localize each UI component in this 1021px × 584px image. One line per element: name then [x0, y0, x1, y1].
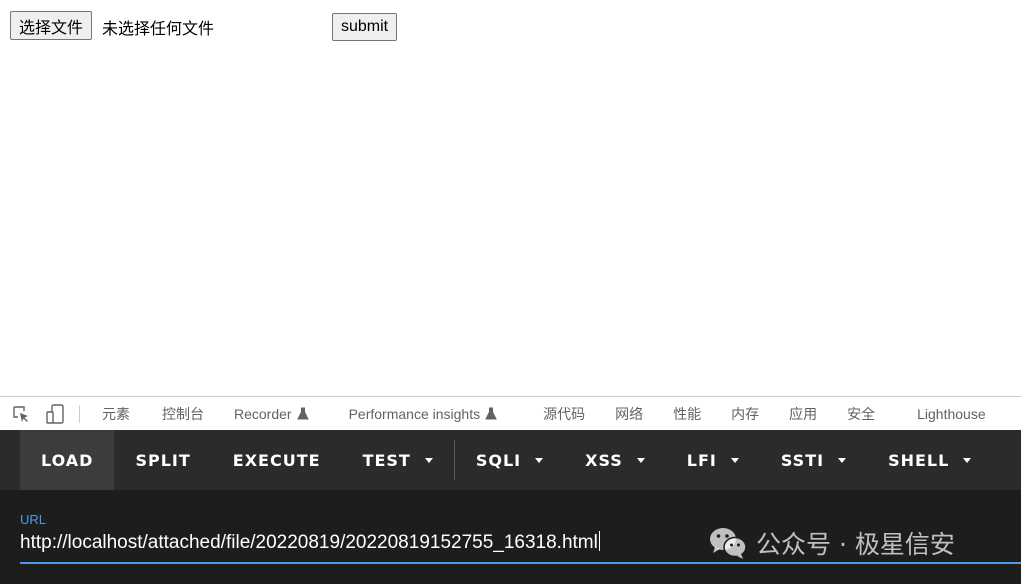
split-button[interactable]: SPLIT — [114, 430, 211, 490]
page-content: 选择文件 未选择任何文件 submit — [0, 0, 1021, 396]
watermark-text: 公众号 · 极星信安 — [756, 530, 955, 559]
button-label: LFI — [686, 450, 717, 470]
toolbar-divider — [79, 404, 80, 423]
flask-icon — [296, 407, 309, 420]
execute-button[interactable]: EXECUTE — [212, 430, 342, 490]
inspect-element-icon[interactable] — [11, 404, 31, 424]
tab-label: 元素 — [102, 405, 130, 422]
url-value-text: http://localhost/attached/file/20220819/… — [20, 532, 598, 553]
device-toolbar-icon[interactable] — [45, 403, 65, 424]
tab-label: 网络 — [615, 405, 644, 422]
tab-label: 安全 — [847, 405, 876, 422]
button-label: SQLI — [475, 450, 522, 470]
tab-performance-insights[interactable]: Performance insights — [349, 406, 498, 422]
tab-security[interactable]: 安全 — [847, 404, 875, 424]
caret-down-icon — [535, 457, 544, 463]
lfi-menu-button[interactable]: LFI — [666, 430, 760, 490]
shell-menu-button[interactable]: SHELL — [867, 430, 992, 490]
caret-down-icon — [730, 457, 739, 463]
tab-label: 应用 — [789, 405, 818, 422]
tab-network[interactable]: 网络 — [615, 404, 643, 424]
sqli-menu-button[interactable]: SQLI — [455, 430, 564, 490]
tab-sources[interactable]: 源代码 — [543, 404, 585, 424]
button-label: XSS — [585, 450, 623, 470]
tab-lighthouse[interactable]: Lighthouse — [917, 406, 986, 422]
tab-label: 源代码 — [543, 405, 586, 422]
text-caret — [598, 531, 600, 551]
caret-down-icon — [963, 457, 972, 463]
screen: 选择文件 未选择任何文件 submit 元素 控制台 Recorder Perf… — [0, 0, 1021, 584]
tab-label: Lighthouse — [917, 405, 986, 422]
wechat-logo-icon — [708, 526, 748, 560]
button-label: EXECUTE — [232, 450, 321, 470]
devtools-tab-bar: 元素 控制台 Recorder Performance insights 源代码… — [0, 396, 1021, 430]
url-value[interactable]: http://localhost/attached/file/20220819/… — [20, 531, 600, 554]
tab-label: Recorder — [234, 405, 292, 422]
tab-application[interactable]: 应用 — [789, 404, 817, 424]
tab-memory[interactable]: 内存 — [731, 404, 759, 424]
tab-elements[interactable]: 元素 — [102, 404, 130, 424]
tab-label: 性能 — [673, 405, 702, 422]
ssti-menu-button[interactable]: SSTI — [760, 430, 867, 490]
load-button[interactable]: LOAD — [20, 430, 115, 490]
tab-label: Performance insights — [348, 405, 481, 422]
xss-menu-button[interactable]: XSS — [564, 430, 666, 490]
hackbar-toolbar: LOAD SPLIT EXECUTE TEST SQLI XSS LFI SST… — [0, 430, 1021, 490]
choose-file-button[interactable]: 选择文件 — [10, 11, 93, 40]
flask-icon — [485, 407, 497, 420]
tab-label: 控制台 — [162, 405, 204, 422]
button-label: TEST — [362, 450, 411, 470]
button-label: LOAD — [41, 450, 94, 470]
button-label: SHELL — [888, 450, 950, 470]
caret-down-icon — [636, 457, 645, 463]
button-label: SSTI — [780, 450, 825, 470]
submit-button[interactable]: submit — [332, 13, 398, 41]
tab-recorder[interactable]: Recorder — [234, 406, 309, 422]
caret-down-icon — [838, 457, 847, 463]
caret-down-icon — [424, 457, 433, 463]
file-status-text: 未选择任何文件 — [102, 19, 215, 38]
test-menu-button[interactable]: TEST — [342, 430, 454, 490]
watermark: 公众号 · 极星信安 — [708, 525, 955, 561]
tab-performance[interactable]: 性能 — [673, 404, 701, 424]
button-label: SPLIT — [135, 450, 191, 470]
url-label: URL — [20, 512, 47, 527]
tab-label: 内存 — [731, 405, 760, 422]
tab-console[interactable]: 控制台 — [162, 404, 204, 424]
